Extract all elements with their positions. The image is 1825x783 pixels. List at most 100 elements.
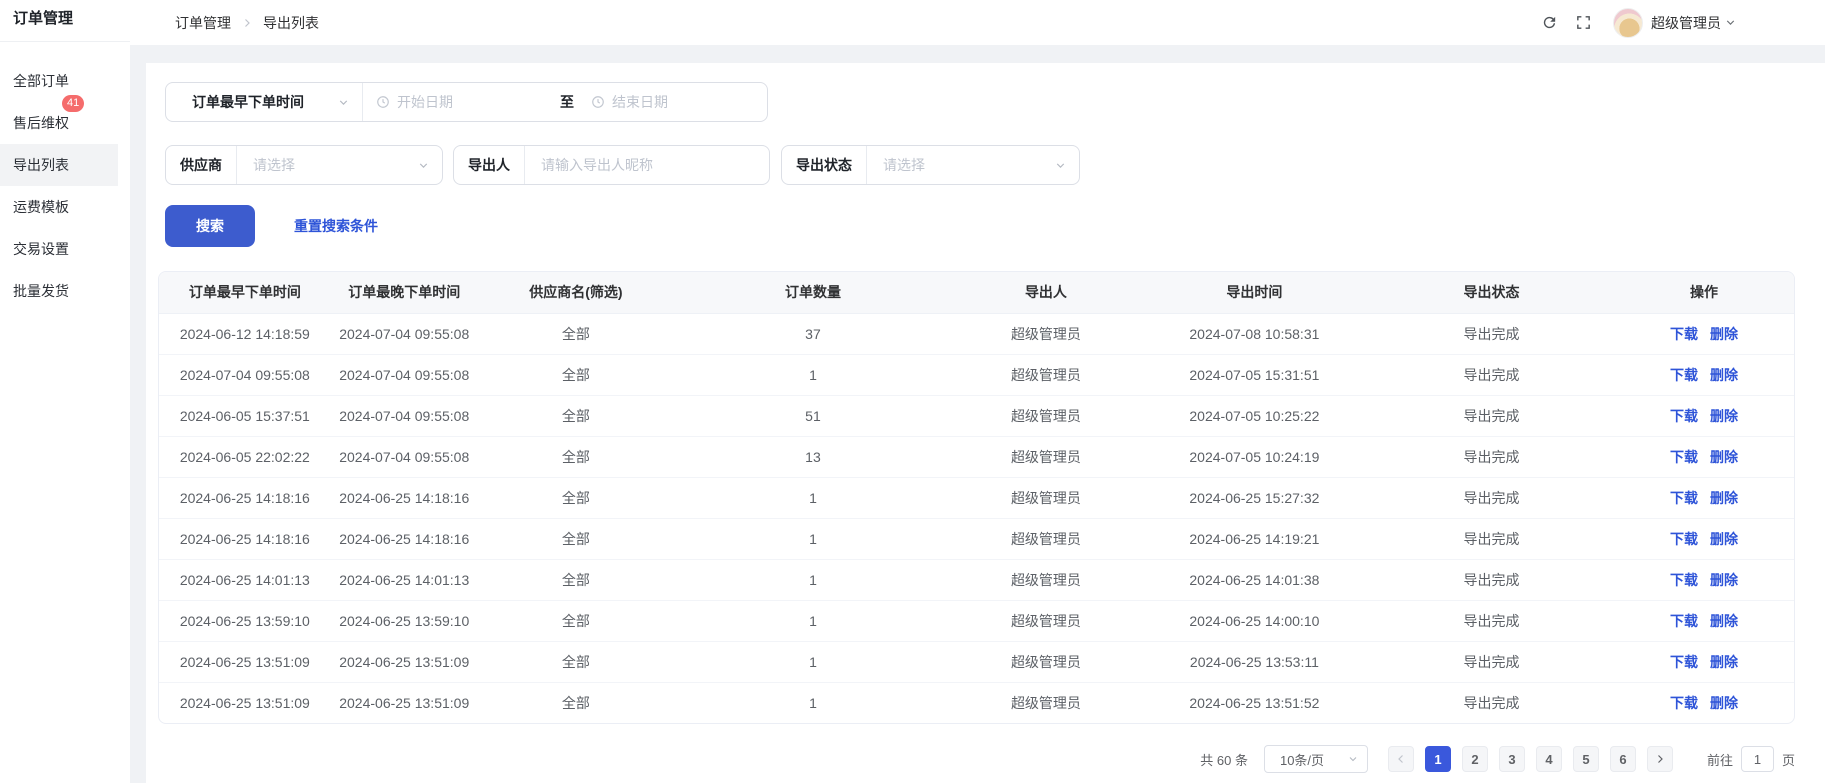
export-status-placeholder: 请选择 [883, 155, 925, 175]
next-page-button[interactable] [1647, 746, 1673, 772]
sidebar-item[interactable]: 批量发货 [0, 270, 130, 312]
download-link[interactable]: 下载 [1670, 490, 1698, 506]
delete-link[interactable]: 删除 [1710, 695, 1738, 711]
reset-search-link[interactable]: 重置搜索条件 [294, 216, 378, 236]
download-link[interactable]: 下载 [1670, 449, 1698, 465]
page-button[interactable]: 6 [1610, 746, 1636, 772]
table-cell: 超级管理员 [952, 436, 1140, 477]
download-link[interactable]: 下载 [1670, 367, 1698, 383]
table-cell: 导出完成 [1369, 313, 1614, 354]
supplier-select[interactable]: 请选择 [237, 146, 442, 184]
table-cell: 全部 [478, 313, 674, 354]
table-cell: 37 [674, 313, 952, 354]
table-cell: 2024-06-25 13:59:10 [159, 600, 331, 641]
table-row: 2024-06-25 14:18:162024-06-25 14:18:16全部… [159, 477, 1794, 518]
table-row: 2024-06-05 22:02:222024-07-04 09:55:08全部… [159, 436, 1794, 477]
page-button[interactable]: 4 [1536, 746, 1562, 772]
user-menu[interactable]: 超级管理员 [1651, 13, 1737, 33]
table-row: 2024-07-04 09:55:082024-07-04 09:55:08全部… [159, 354, 1794, 395]
table-cell: 2024-06-25 14:18:16 [159, 518, 331, 559]
prev-page-button[interactable] [1388, 746, 1414, 772]
table-cell: 1 [674, 682, 952, 723]
page-button[interactable]: 3 [1499, 746, 1525, 772]
row-actions: 下载删除 [1614, 436, 1794, 477]
sidebar-item[interactable]: 导出列表 [0, 144, 118, 186]
table-cell: 全部 [478, 600, 674, 641]
fullscreen-icon[interactable] [1575, 14, 1593, 32]
time-field-value: 订单最早下单时间 [192, 92, 304, 112]
download-link[interactable]: 下载 [1670, 572, 1698, 588]
refresh-icon[interactable] [1541, 14, 1559, 32]
column-header: 操作 [1614, 272, 1794, 313]
supplier-label: 供应商 [166, 155, 236, 175]
delete-link[interactable]: 删除 [1710, 326, 1738, 342]
page-button[interactable]: 1 [1425, 746, 1451, 772]
row-actions: 下载删除 [1614, 559, 1794, 600]
breadcrumb: 订单管理 导出列表 [175, 13, 319, 33]
table-cell: 2024-06-25 14:18:16 [331, 518, 478, 559]
end-date-input[interactable]: 结束日期 [578, 83, 767, 121]
delete-link[interactable]: 删除 [1710, 613, 1738, 629]
table-cell: 13 [674, 436, 952, 477]
end-date-placeholder: 结束日期 [612, 92, 668, 112]
delete-link[interactable]: 删除 [1710, 449, 1738, 465]
column-header: 供应商名(筛选) [478, 272, 674, 313]
column-header: 导出人 [952, 272, 1140, 313]
download-link[interactable]: 下载 [1670, 613, 1698, 629]
table-row: 2024-06-12 14:18:592024-07-04 09:55:08全部… [159, 313, 1794, 354]
delete-link[interactable]: 删除 [1710, 367, 1738, 383]
table-cell: 1 [674, 641, 952, 682]
sidebar-item[interactable]: 售后维权41 [0, 102, 130, 144]
table-cell: 2024-07-04 09:55:08 [331, 395, 478, 436]
table-cell: 超级管理员 [952, 395, 1140, 436]
sidebar-item-label: 全部订单 [13, 73, 69, 89]
delete-link[interactable]: 删除 [1710, 654, 1738, 670]
start-date-placeholder: 开始日期 [397, 92, 453, 112]
total-count: 共 60 条 [1200, 750, 1248, 769]
sidebar-item[interactable]: 交易设置 [0, 228, 130, 270]
download-link[interactable]: 下载 [1670, 326, 1698, 342]
sidebar-item[interactable]: 运费模板 [0, 186, 130, 228]
chevron-down-icon [337, 96, 350, 109]
delete-link[interactable]: 删除 [1710, 490, 1738, 506]
time-field-select[interactable]: 订单最早下单时间 [166, 83, 362, 121]
table-cell: 全部 [478, 354, 674, 395]
table-cell: 全部 [478, 518, 674, 559]
exporter-filter: 导出人 请输入导出人昵称 [453, 145, 770, 185]
exporter-input[interactable]: 请输入导出人昵称 [525, 146, 769, 184]
download-link[interactable]: 下载 [1670, 695, 1698, 711]
table-cell: 超级管理员 [952, 518, 1140, 559]
row-actions: 下载删除 [1614, 395, 1794, 436]
table-cell: 2024-07-04 09:55:08 [331, 354, 478, 395]
delete-link[interactable]: 删除 [1710, 531, 1738, 547]
sidebar-item-label: 导出列表 [13, 157, 69, 173]
page-size-select[interactable]: 10条/页 [1264, 745, 1368, 773]
table-cell: 超级管理员 [952, 682, 1140, 723]
download-link[interactable]: 下载 [1670, 654, 1698, 670]
chevron-down-icon [1724, 16, 1737, 29]
page-button[interactable]: 5 [1573, 746, 1599, 772]
export-status-select[interactable]: 请选择 [867, 146, 1079, 184]
breadcrumb-item[interactable]: 订单管理 [175, 13, 231, 33]
table-cell: 2024-06-25 14:01:13 [331, 559, 478, 600]
avatar[interactable] [1613, 8, 1643, 38]
goto-label: 前往 [1707, 750, 1733, 769]
user-name: 超级管理员 [1651, 13, 1721, 33]
start-date-input[interactable]: 开始日期 [363, 83, 552, 121]
goto-page-input[interactable] [1741, 746, 1774, 772]
table-cell: 超级管理员 [952, 477, 1140, 518]
table-cell: 超级管理员 [952, 354, 1140, 395]
table-cell: 1 [674, 518, 952, 559]
download-link[interactable]: 下载 [1670, 408, 1698, 424]
table-cell: 2024-06-25 14:18:16 [331, 477, 478, 518]
table-cell: 超级管理员 [952, 641, 1140, 682]
table-cell: 2024-06-25 13:59:10 [331, 600, 478, 641]
row-actions: 下载删除 [1614, 600, 1794, 641]
page-button[interactable]: 2 [1462, 746, 1488, 772]
delete-link[interactable]: 删除 [1710, 572, 1738, 588]
table-cell: 2024-06-25 13:51:09 [159, 641, 331, 682]
download-link[interactable]: 下载 [1670, 531, 1698, 547]
search-button[interactable]: 搜索 [165, 205, 255, 247]
column-header: 订单最晚下单时间 [331, 272, 478, 313]
delete-link[interactable]: 删除 [1710, 408, 1738, 424]
